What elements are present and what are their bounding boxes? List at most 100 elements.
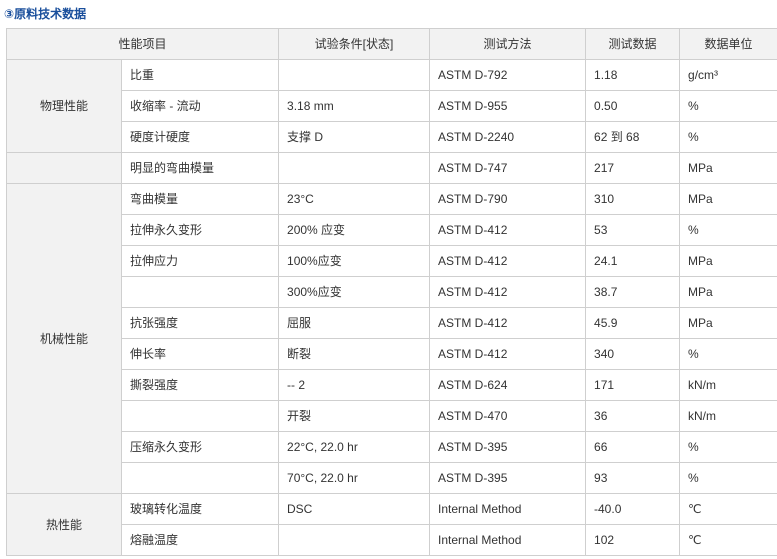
- data-unit: MPa: [679, 307, 777, 339]
- category-empty: [6, 152, 122, 184]
- test-value: 310: [585, 183, 681, 215]
- property-name: 玻璃转化温度: [120, 493, 280, 525]
- test-value: 340: [585, 338, 681, 370]
- table-row: 伸长率 断裂 ASTM D-412 340 %: [7, 338, 777, 370]
- test-condition: -- 2: [278, 369, 431, 401]
- test-condition: 70°C, 22.0 hr: [278, 462, 431, 494]
- test-value: 36: [585, 400, 681, 432]
- table-row: 机械性能 弯曲模量 23°C ASTM D-790 310 MPa: [6, 183, 777, 494]
- table-header-row: 性能项目 试验条件[状态] 测试方法 测试数据 数据单位: [5, 28, 777, 60]
- test-condition: 300%应变: [278, 276, 431, 308]
- section-title: ③原料技术数据: [4, 7, 87, 21]
- test-condition: [278, 152, 431, 184]
- test-condition: 22°C, 22.0 hr: [278, 431, 431, 463]
- property-name: 伸长率: [120, 338, 280, 370]
- table-row: 热性能 玻璃转化温度 DSC Internal Method -40.0 ℃: [6, 493, 777, 556]
- technical-data-table: 性能项目 试验条件[状态] 测试方法 测试数据 数据单位 物理性能 比重 AST…: [5, 28, 777, 556]
- test-value: 217: [585, 152, 681, 184]
- test-method: ASTM D-412: [429, 338, 587, 370]
- test-method: ASTM D-955: [429, 90, 587, 122]
- table-row: 70°C, 22.0 hr ASTM D-395 93 %: [7, 462, 777, 494]
- table-row: 明显的弯曲模量 ASTM D-747 217 MPa: [6, 152, 777, 184]
- data-unit: MPa: [679, 152, 777, 184]
- test-value: 1.18: [585, 59, 681, 91]
- test-method: ASTM D-790: [429, 183, 587, 215]
- test-condition: 23°C: [278, 183, 431, 215]
- property-name: 熔融温度: [120, 524, 280, 556]
- test-method: Internal Method: [429, 493, 587, 525]
- test-method: ASTM D-395: [429, 462, 587, 494]
- test-method: ASTM D-470: [429, 400, 587, 432]
- data-unit: MPa: [679, 276, 777, 308]
- table-row: 开裂 ASTM D-470 36 kN/m: [7, 400, 777, 432]
- test-value: -40.0: [585, 493, 681, 525]
- test-condition: DSC: [278, 493, 431, 525]
- property-name: 弯曲模量: [120, 183, 280, 215]
- table-row: 收缩率 - 流动 3.18 mm ASTM D-955 0.50 %: [7, 90, 777, 122]
- property-name: 收缩率 - 流动: [120, 90, 280, 122]
- data-unit: kN/m: [679, 400, 777, 432]
- category-physical: 物理性能: [6, 59, 122, 153]
- test-value: 53: [585, 214, 681, 246]
- data-unit: kN/m: [679, 369, 777, 401]
- data-unit: ℃: [679, 524, 777, 556]
- table-row: 抗张强度 屈服 ASTM D-412 45.9 MPa: [7, 307, 777, 339]
- test-value: 66: [585, 431, 681, 463]
- data-unit: MPa: [679, 183, 777, 215]
- property-name: [120, 400, 280, 432]
- test-value: 171: [585, 369, 681, 401]
- test-method: ASTM D-624: [429, 369, 587, 401]
- test-condition: 屈服: [278, 307, 431, 339]
- header-unit: 数据单位: [679, 28, 777, 60]
- property-name: 撕裂强度: [120, 369, 280, 401]
- data-unit: %: [679, 431, 777, 463]
- test-condition: 200% 应变: [278, 214, 431, 246]
- header-property: 性能项目: [5, 28, 280, 60]
- data-unit: %: [679, 338, 777, 370]
- test-value: 0.50: [585, 90, 681, 122]
- property-name: 抗张强度: [120, 307, 280, 339]
- property-name: 拉伸永久变形: [120, 214, 280, 246]
- header-value: 测试数据: [585, 28, 681, 60]
- table-row: 300%应变 ASTM D-412 38.7 MPa: [7, 276, 777, 308]
- data-unit: ℃: [679, 493, 777, 525]
- test-value: 24.1: [585, 245, 681, 277]
- table-row: 压缩永久变形 22°C, 22.0 hr ASTM D-395 66 %: [7, 431, 777, 463]
- test-method: Internal Method: [429, 524, 587, 556]
- data-unit: %: [679, 121, 777, 153]
- property-name: 压缩永久变形: [120, 431, 280, 463]
- property-name: 比重: [120, 59, 280, 91]
- test-value: 38.7: [585, 276, 681, 308]
- data-unit: g/cm³: [679, 59, 777, 91]
- data-unit: %: [679, 462, 777, 494]
- property-name: [120, 276, 280, 308]
- test-condition: 3.18 mm: [278, 90, 431, 122]
- test-method: ASTM D-412: [429, 245, 587, 277]
- test-method: ASTM D-395: [429, 431, 587, 463]
- test-value: 45.9: [585, 307, 681, 339]
- table-row: 物理性能 比重 ASTM D-792 1.18 g/cm³: [6, 59, 777, 153]
- test-value: 102: [585, 524, 681, 556]
- data-unit: %: [679, 214, 777, 246]
- property-name: 拉伸应力: [120, 245, 280, 277]
- table-row: 撕裂强度 -- 2 ASTM D-624 171 kN/m: [7, 369, 777, 401]
- test-value: 93: [585, 462, 681, 494]
- data-unit: %: [679, 90, 777, 122]
- test-method: ASTM D-412: [429, 307, 587, 339]
- property-name: 明显的弯曲模量: [120, 152, 280, 184]
- test-condition: 断裂: [278, 338, 431, 370]
- test-method: ASTM D-412: [429, 214, 587, 246]
- category-thermal: 热性能: [6, 493, 122, 556]
- table-row: 拉伸永久变形 200% 应变 ASTM D-412 53 %: [7, 214, 777, 246]
- table-row: 熔融温度 Internal Method 102 ℃: [7, 524, 777, 556]
- test-condition: [278, 524, 431, 556]
- table-row: 拉伸应力 100%应变 ASTM D-412 24.1 MPa: [7, 245, 777, 277]
- table-row: 硬度计硬度 支撑 D ASTM D-2240 62 到 68 %: [7, 121, 777, 153]
- test-condition: 100%应变: [278, 245, 431, 277]
- header-condition: 试验条件[状态]: [278, 28, 431, 60]
- data-unit: MPa: [679, 245, 777, 277]
- property-name: [120, 462, 280, 494]
- test-value: 62 到 68: [585, 121, 681, 153]
- test-condition: 开裂: [278, 400, 431, 432]
- test-condition: [278, 59, 431, 91]
